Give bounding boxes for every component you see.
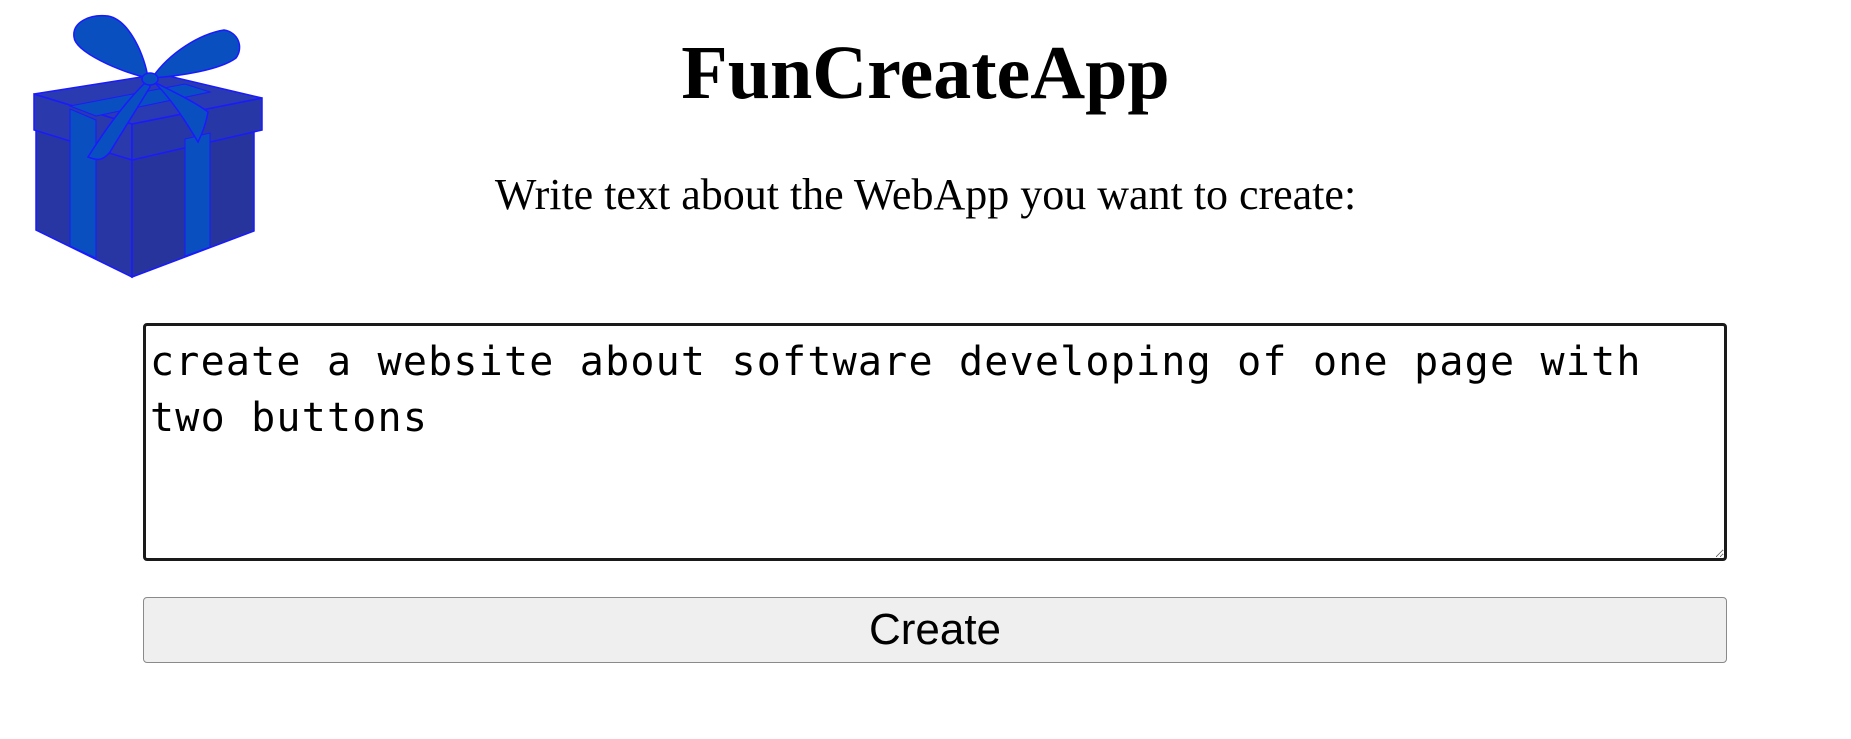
instruction-text: Write text about the WebApp you want to … bbox=[494, 170, 1357, 219]
page-title: FunCreateApp bbox=[681, 31, 1170, 115]
app-description-input[interactable]: create a website about software developi… bbox=[143, 323, 1727, 561]
create-button[interactable]: Create bbox=[143, 597, 1727, 663]
